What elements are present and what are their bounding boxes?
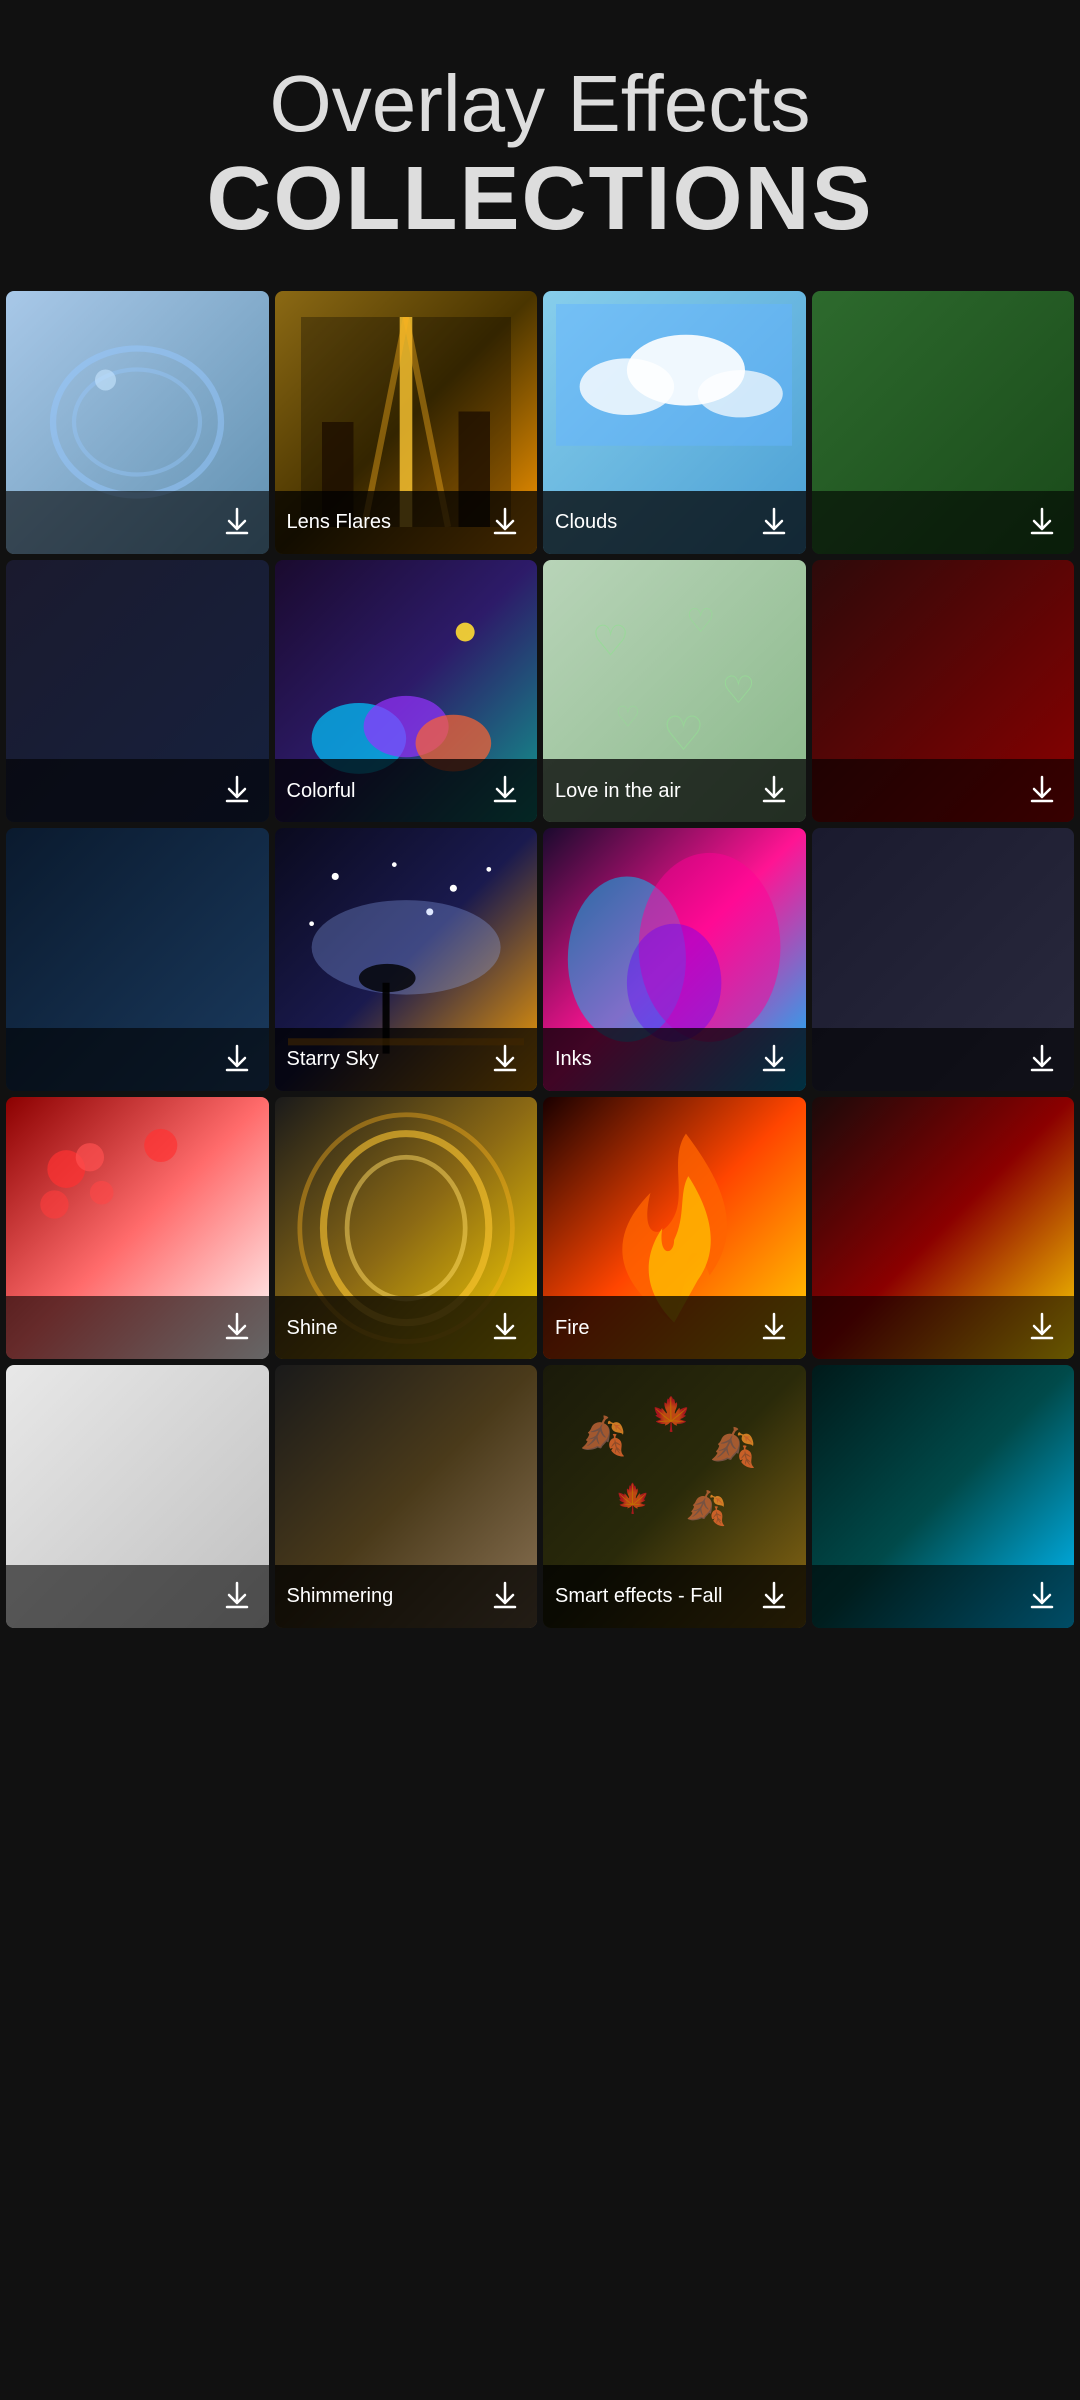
card-label-19: Smart effects - Fall [555,1584,722,1608]
effect-card-15[interactable]: Fire [543,1097,806,1360]
card-label-15: Fire [555,1316,589,1340]
card-dl-bar-17 [6,1565,269,1628]
download-button-2[interactable] [485,501,525,544]
effect-card-20[interactable] [812,1365,1075,1628]
download-button-6[interactable] [485,769,525,812]
card-label-bar-14: Shine [275,1296,538,1359]
svg-text:♡: ♡ [615,701,640,733]
effect-card-12[interactable] [812,828,1075,1091]
effect-card-3[interactable]: Clouds [543,291,806,554]
svg-text:♡: ♡ [592,618,630,665]
card-label-2: Lens Flares [287,510,392,534]
effect-card-19[interactable]: 🍂 🍁 🍂 🍁 🍂 Smart effects - Fall [543,1365,806,1628]
svg-text:🍂: 🍂 [686,1490,727,1528]
page-title-line1: Overlay Effects [40,60,1040,148]
svg-text:🍂: 🍂 [580,1414,627,1458]
card-label-bar-10: Starry Sky [275,1028,538,1091]
card-label-bar-3: Clouds [543,491,806,554]
card-dl-bar-13 [6,1296,269,1359]
card-label-11: Inks [555,1047,592,1071]
effect-card-11[interactable]: Inks [543,828,806,1091]
download-button-5[interactable] [217,769,257,812]
download-button-11[interactable] [754,1038,794,1081]
download-button-1[interactable] [217,501,257,544]
card-label-6: Colorful [287,779,356,803]
card-label-bar-7: Love in the air [543,759,806,822]
effect-card-5[interactable] [6,560,269,823]
card-label-7: Love in the air [555,779,681,803]
effect-card-14[interactable]: Shine [275,1097,538,1360]
effect-card-8[interactable] [812,560,1075,823]
download-button-13[interactable] [217,1306,257,1349]
card-dl-bar-20 [812,1565,1075,1628]
card-dl-bar-16 [812,1296,1075,1359]
download-button-8[interactable] [1022,769,1062,812]
effect-card-18[interactable]: Shimmering [275,1365,538,1628]
effect-card-17[interactable] [6,1365,269,1628]
card-dl-bar-9 [6,1028,269,1091]
card-label-bar-15: Fire [543,1296,806,1359]
svg-text:♡: ♡ [722,670,756,712]
effect-card-2[interactable]: Lens Flares [275,291,538,554]
card-label-10: Starry Sky [287,1047,379,1071]
download-button-19[interactable] [754,1575,794,1618]
svg-text:🍂: 🍂 [710,1426,757,1470]
download-button-18[interactable] [485,1575,525,1618]
card-dl-bar-5 [6,759,269,822]
card-label-18: Shimmering [287,1584,394,1608]
svg-text:♡: ♡ [662,708,704,761]
effects-grid: Lens Flares Clouds Colorful ♡ ♡ ♡ ♡ ♡ Lo… [0,291,1080,1628]
download-button-16[interactable] [1022,1306,1062,1349]
download-button-7[interactable] [754,769,794,812]
card-label-14: Shine [287,1316,338,1340]
effect-card-13[interactable] [6,1097,269,1360]
download-button-3[interactable] [754,501,794,544]
card-label-bar-11: Inks [543,1028,806,1091]
card-dl-bar-12 [812,1028,1075,1091]
download-button-20[interactable] [1022,1575,1062,1618]
effect-card-4[interactable] [812,291,1075,554]
effect-card-10[interactable]: Starry Sky [275,828,538,1091]
page-header: Overlay Effects COLLECTIONS [0,0,1080,291]
effect-card-6[interactable]: Colorful [275,560,538,823]
card-label-bar-6: Colorful [275,759,538,822]
card-dl-bar-4 [812,491,1075,554]
card-dl-bar-1 [6,491,269,554]
download-button-17[interactable] [217,1575,257,1618]
effect-card-7[interactable]: ♡ ♡ ♡ ♡ ♡ Love in the air [543,560,806,823]
svg-text:🍁: 🍁 [615,1482,650,1515]
effect-card-9[interactable] [6,828,269,1091]
svg-text:🍁: 🍁 [651,1395,692,1433]
svg-text:♡: ♡ [686,603,716,640]
card-dl-bar-8 [812,759,1075,822]
page-title-line2: COLLECTIONS [40,148,1040,251]
download-button-10[interactable] [485,1038,525,1081]
effect-card-1[interactable] [6,291,269,554]
card-label-3: Clouds [555,510,617,534]
effect-card-16[interactable] [812,1097,1075,1360]
card-label-bar-2: Lens Flares [275,491,538,554]
download-button-14[interactable] [485,1306,525,1349]
download-button-9[interactable] [217,1038,257,1081]
download-button-12[interactable] [1022,1038,1062,1081]
card-label-bar-19: Smart effects - Fall [543,1565,806,1628]
download-button-15[interactable] [754,1306,794,1349]
download-button-4[interactable] [1022,501,1062,544]
card-label-bar-18: Shimmering [275,1565,538,1628]
